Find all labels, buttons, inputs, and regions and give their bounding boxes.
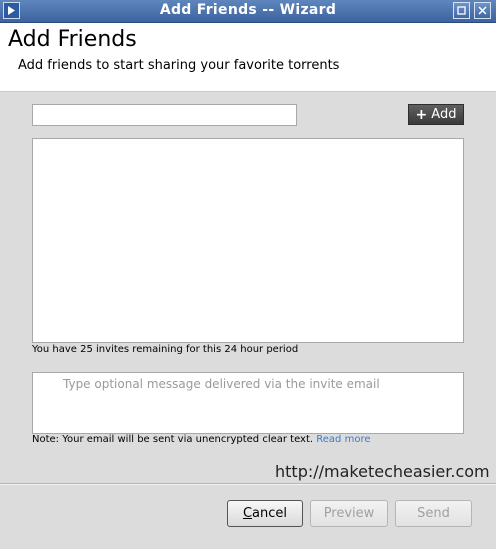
restore-icon[interactable] xyxy=(453,2,470,19)
footer-divider xyxy=(0,483,496,485)
invites-remaining-text: You have 25 invites remaining for this 2… xyxy=(32,344,299,355)
plus-icon: + xyxy=(415,106,428,123)
cancel-button-label: Cancel xyxy=(242,506,288,521)
invite-message-field[interactable]: Type optional message delivered via the … xyxy=(32,372,464,434)
message-placeholder: Type optional message delivered via the … xyxy=(63,377,380,391)
note-text: Note: Your email will be sent via unencr… xyxy=(32,434,314,445)
invite-list[interactable] xyxy=(32,138,464,343)
send-button[interactable]: Send xyxy=(395,500,472,527)
read-more-link[interactable]: Read more xyxy=(316,434,370,445)
friend-email-input[interactable] xyxy=(32,104,297,126)
page-title: Add Friends xyxy=(8,27,137,52)
add-button-label: Add xyxy=(431,107,457,122)
page-subtitle: Add friends to start sharing your favori… xyxy=(18,58,340,73)
watermark-text: http://maketecheasier.com xyxy=(275,462,490,481)
add-friend-button[interactable]: + Add xyxy=(408,104,464,125)
encryption-note: Note: Your email will be sent via unencr… xyxy=(32,434,371,445)
preview-button-label: Preview xyxy=(323,506,375,521)
close-icon[interactable] xyxy=(474,2,491,19)
cancel-button[interactable]: Cancel xyxy=(227,500,303,527)
preview-button[interactable]: Preview xyxy=(310,500,388,527)
wizard-header: Add Friends Add friends to start sharing… xyxy=(0,23,496,92)
window-title: Add Friends -- Wizard xyxy=(159,2,337,18)
send-button-label: Send xyxy=(417,506,450,521)
window-titlebar: Add Friends -- Wizard xyxy=(0,0,496,23)
